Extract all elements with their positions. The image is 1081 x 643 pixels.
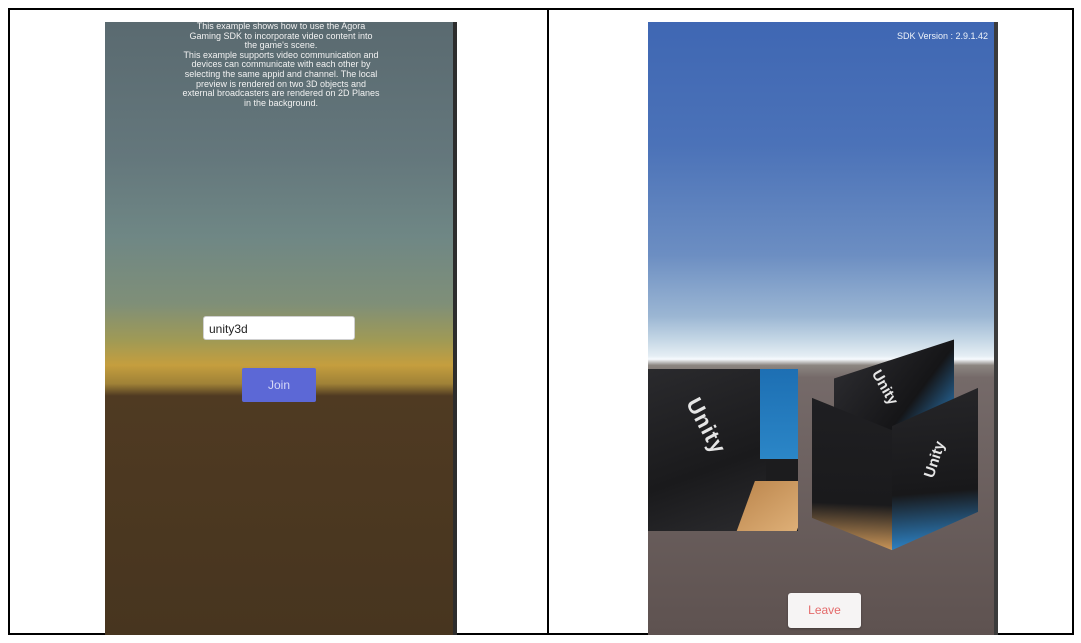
sdk-version-label: SDK Version : 2.9.1.42	[896, 31, 988, 41]
video-window-region	[760, 369, 798, 459]
channel-input-value: unity3d	[209, 322, 248, 336]
remote-video-plane: Unity	[648, 369, 798, 531]
join-button[interactable]: Join	[242, 368, 316, 402]
video-cube: Unity Unity	[804, 339, 984, 551]
screen-edge	[453, 22, 457, 635]
call-screen: SDK Version : 2.9.1.42 Unity Unity Unity…	[648, 22, 998, 635]
channel-input[interactable]: unity3d	[203, 316, 355, 340]
join-screen: This example shows how to use the Agora …	[105, 22, 457, 635]
leave-button[interactable]: Leave	[788, 593, 861, 628]
screen-edge	[994, 22, 998, 635]
example-description: This example shows how to use the Agora …	[150, 22, 412, 108]
description-line: in the background.	[243, 97, 319, 108]
panel-divider	[547, 8, 549, 635]
